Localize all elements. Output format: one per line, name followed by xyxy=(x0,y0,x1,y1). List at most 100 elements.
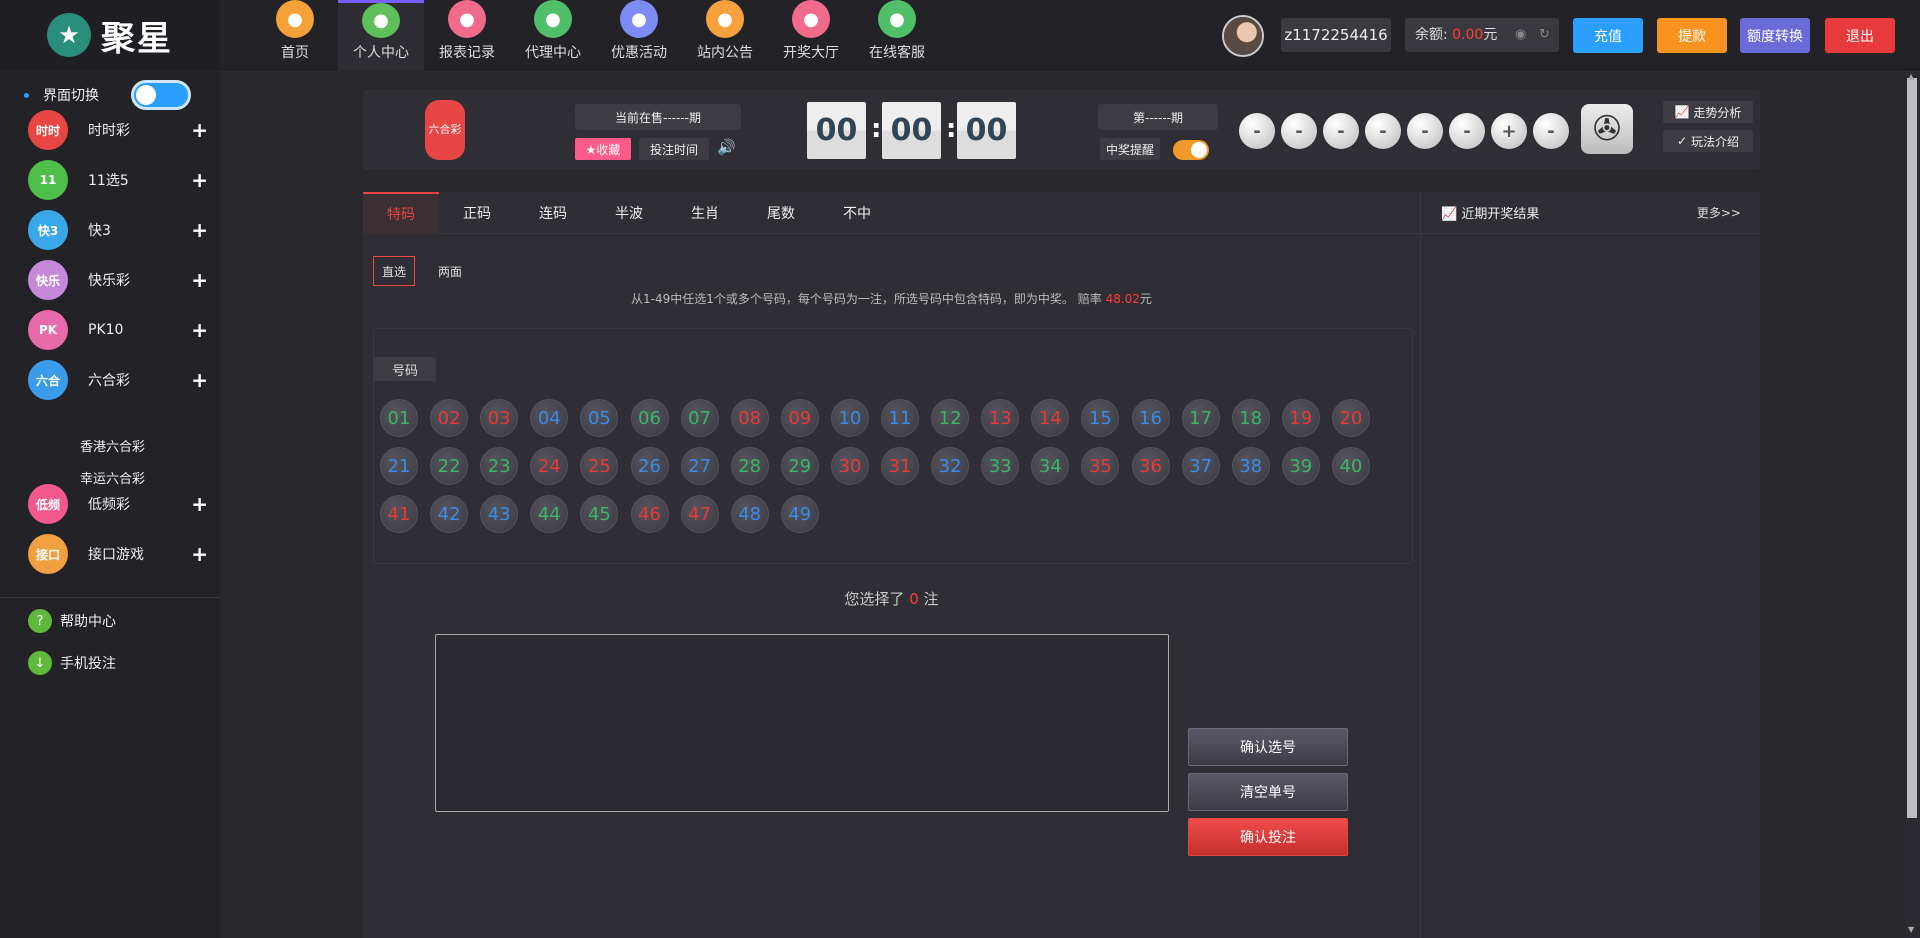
nav-item-0[interactable]: ● 首页 xyxy=(252,0,338,70)
subtab-two-sides[interactable]: 两面 xyxy=(429,256,471,286)
number-ball[interactable]: 41 xyxy=(380,495,418,533)
number-ball[interactable]: 14 xyxy=(1031,399,1070,437)
sidebar-item-6[interactable]: 低频 低频彩 + xyxy=(28,482,208,526)
number-ball[interactable]: 22 xyxy=(430,447,469,485)
number-ball[interactable]: 25 xyxy=(580,447,619,485)
sidebar-item-1[interactable]: 11 11选5 + xyxy=(28,158,208,202)
number-ball[interactable]: 29 xyxy=(780,447,819,485)
plus-icon[interactable]: + xyxy=(191,168,208,192)
number-ball[interactable]: 10 xyxy=(830,399,869,437)
number-ball[interactable]: 13 xyxy=(981,399,1020,437)
help-center-link[interactable]: ? 帮助中心 xyxy=(28,606,116,636)
win-remind-toggle[interactable] xyxy=(1173,140,1209,160)
favorite-button[interactable]: ★收藏 xyxy=(575,138,631,160)
tab-0[interactable]: 特码 xyxy=(363,192,439,234)
number-ball[interactable]: 35 xyxy=(1081,447,1120,485)
number-ball[interactable]: 03 xyxy=(480,399,519,437)
number-ball[interactable]: 20 xyxy=(1331,399,1370,437)
number-ball[interactable]: 19 xyxy=(1281,399,1320,437)
brand-logo[interactable]: ★ 聚星 xyxy=(0,0,220,70)
number-ball[interactable]: 04 xyxy=(530,399,569,437)
number-ball[interactable]: 05 xyxy=(580,399,619,437)
number-ball[interactable]: 09 xyxy=(780,399,819,437)
number-ball[interactable]: 44 xyxy=(530,495,569,533)
plus-icon[interactable]: + xyxy=(191,368,208,392)
number-ball[interactable]: 24 xyxy=(530,447,569,485)
sidebar-sub-lucky-lhc[interactable]: 幸运六合彩 xyxy=(80,468,145,487)
subtab-direct[interactable]: 直选 xyxy=(373,256,415,286)
film-reel-icon[interactable]: ✇ xyxy=(1581,104,1633,154)
number-ball[interactable]: 08 xyxy=(730,399,769,437)
sidebar-item-2[interactable]: 快3 快3 + xyxy=(28,208,208,252)
number-ball[interactable]: 06 xyxy=(630,399,669,437)
sidebar-item-4[interactable]: PK PK10 + xyxy=(28,308,208,352)
number-ball[interactable]: 30 xyxy=(830,447,869,485)
nav-item-7[interactable]: ● 在线客服 xyxy=(854,0,940,70)
eye-icon[interactable]: ◉ xyxy=(1515,18,1526,52)
number-ball[interactable]: 11 xyxy=(881,399,919,437)
number-ball[interactable]: 23 xyxy=(480,447,519,485)
number-ball[interactable]: 48 xyxy=(730,495,769,533)
tab-2[interactable]: 连码 xyxy=(515,192,591,234)
sidebar-item-5[interactable]: 六合 六合彩 + xyxy=(28,358,208,402)
number-ball[interactable]: 28 xyxy=(730,447,769,485)
number-ball[interactable]: 12 xyxy=(931,399,970,437)
number-ball[interactable]: 49 xyxy=(780,495,819,533)
withdraw-button[interactable]: 提款 xyxy=(1657,18,1727,53)
number-ball[interactable]: 01 xyxy=(380,399,418,437)
sidebar-sub-hk-lhc[interactable]: 香港六合彩 xyxy=(80,436,145,455)
nav-item-5[interactable]: ● 站内公告 xyxy=(682,0,768,70)
number-ball[interactable]: 17 xyxy=(1181,399,1220,437)
more-link[interactable]: 更多>> xyxy=(1697,204,1741,221)
nav-item-4[interactable]: ● 优惠活动 xyxy=(596,0,682,70)
number-ball[interactable]: 27 xyxy=(680,447,719,485)
nav-item-3[interactable]: ● 代理中心 xyxy=(510,0,596,70)
sidebar-item-7[interactable]: 接口 接口游戏 + xyxy=(28,532,208,576)
logout-button[interactable]: 退出 xyxy=(1825,18,1895,53)
number-ball[interactable]: 18 xyxy=(1231,399,1270,437)
number-ball[interactable]: 45 xyxy=(580,495,619,533)
number-ball[interactable]: 46 xyxy=(630,495,669,533)
number-ball[interactable]: 21 xyxy=(380,447,418,485)
transfer-button[interactable]: 额度转换 xyxy=(1740,18,1810,53)
number-ball[interactable]: 42 xyxy=(430,495,469,533)
nav-item-2[interactable]: ● 报表记录 xyxy=(424,0,510,70)
scroll-down-icon[interactable]: ▼ xyxy=(1908,925,1914,934)
clear-button[interactable]: 清空单号 xyxy=(1188,773,1348,811)
number-ball[interactable]: 47 xyxy=(680,495,719,533)
refresh-icon[interactable]: ↻ xyxy=(1539,18,1550,52)
sidebar-item-0[interactable]: 时时 时时彩 + xyxy=(28,108,208,152)
number-ball[interactable]: 40 xyxy=(1331,447,1370,485)
rules-link[interactable]: ✓ 玩法介绍 xyxy=(1663,130,1753,152)
plus-icon[interactable]: + xyxy=(191,492,208,516)
tab-5[interactable]: 尾数 xyxy=(743,192,819,234)
plus-icon[interactable]: + xyxy=(191,542,208,566)
number-ball[interactable]: 43 xyxy=(480,495,519,533)
number-ball[interactable]: 26 xyxy=(630,447,669,485)
number-ball[interactable]: 02 xyxy=(430,399,469,437)
plus-icon[interactable]: + xyxy=(191,218,208,242)
plus-icon[interactable]: + xyxy=(191,268,208,292)
number-ball[interactable]: 37 xyxy=(1181,447,1220,485)
tab-4[interactable]: 生肖 xyxy=(667,192,743,234)
number-ball[interactable]: 34 xyxy=(1031,447,1070,485)
scroll-up-icon[interactable]: ▲ xyxy=(1908,72,1914,81)
submit-bet-button[interactable]: 确认投注 xyxy=(1188,818,1348,856)
sidebar-item-3[interactable]: 快乐 快乐彩 + xyxy=(28,258,208,302)
number-ball[interactable]: 36 xyxy=(1131,447,1170,485)
number-ball[interactable]: 39 xyxy=(1281,447,1320,485)
number-ball[interactable]: 31 xyxy=(881,447,919,485)
bet-list-textarea[interactable] xyxy=(435,634,1169,812)
number-ball[interactable]: 07 xyxy=(680,399,719,437)
number-ball[interactable]: 33 xyxy=(981,447,1020,485)
number-ball[interactable]: 38 xyxy=(1231,447,1270,485)
speaker-icon[interactable]: 🔊 xyxy=(717,138,736,156)
confirm-selection-button[interactable]: 确认选号 xyxy=(1188,728,1348,766)
scrollbar-thumb[interactable] xyxy=(1907,78,1917,818)
tab-6[interactable]: 不中 xyxy=(819,192,895,234)
plus-icon[interactable]: + xyxy=(191,118,208,142)
ui-switch-toggle[interactable] xyxy=(131,80,191,110)
tab-1[interactable]: 正码 xyxy=(439,192,515,234)
number-ball[interactable]: 16 xyxy=(1131,399,1170,437)
tab-3[interactable]: 半波 xyxy=(591,192,667,234)
